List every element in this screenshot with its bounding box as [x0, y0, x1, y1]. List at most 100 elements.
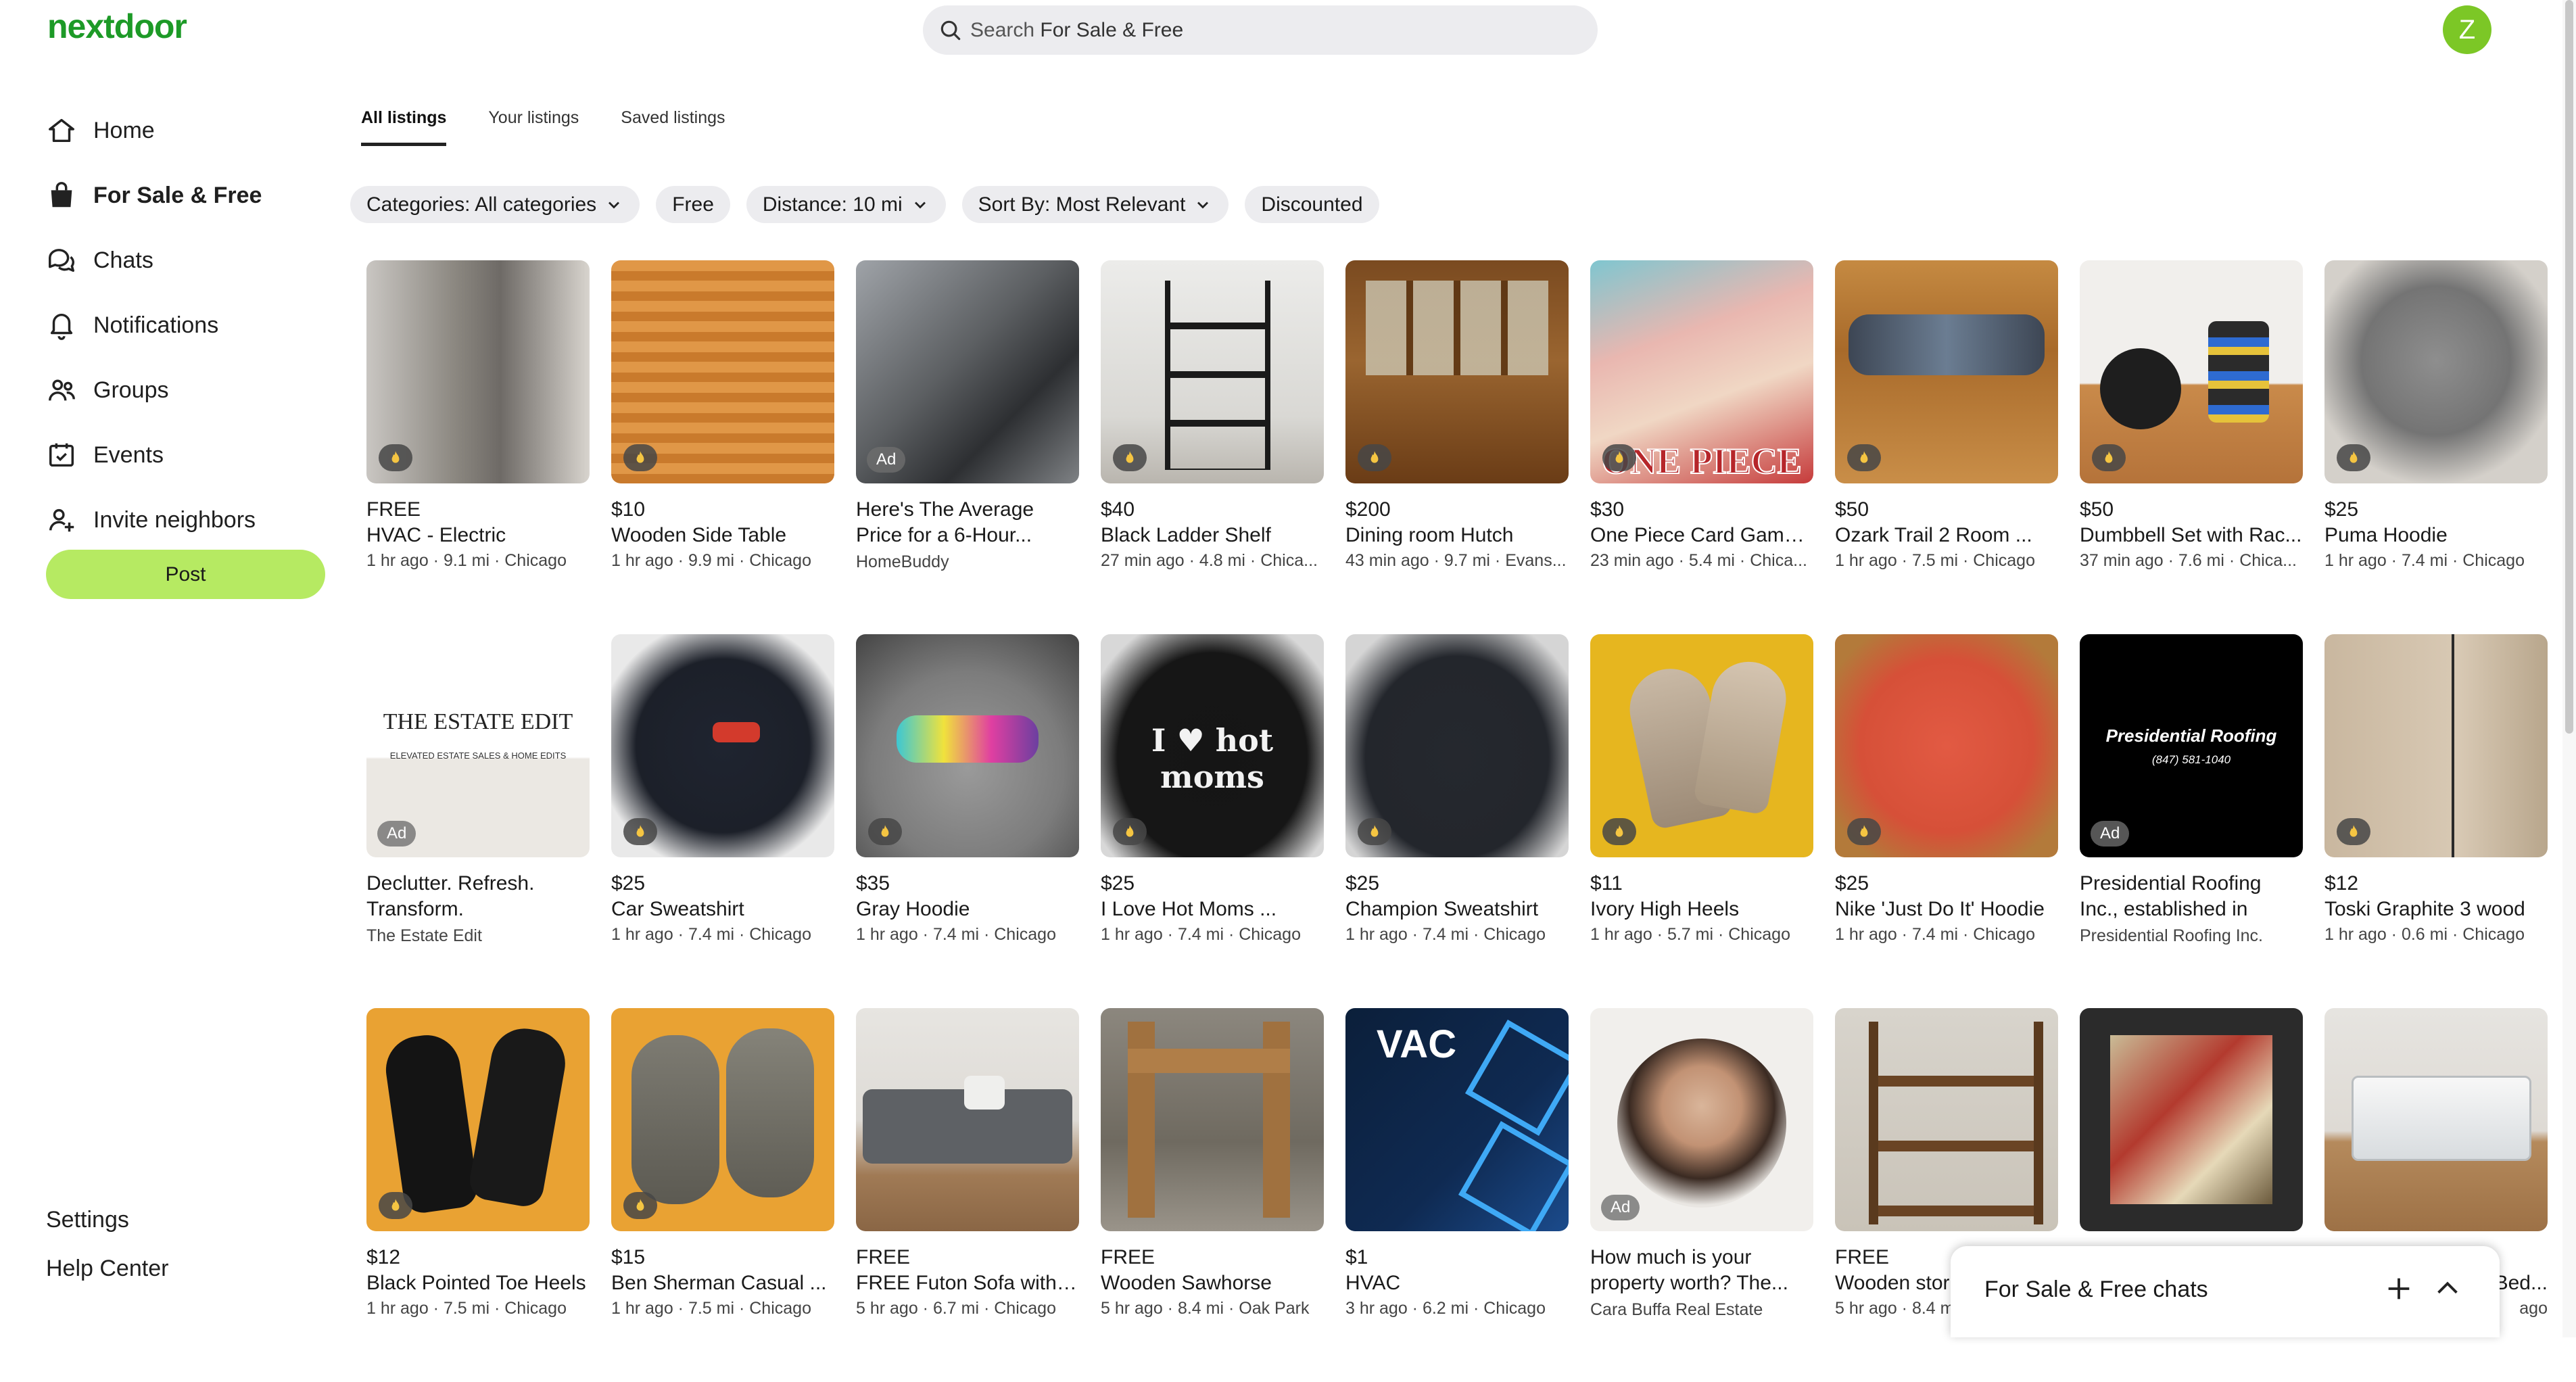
listing-title: Puma Hoodie: [2324, 524, 2448, 546]
listing-card[interactable]: $40 Black Ladder Shelf 27 min ago · 4.8 …: [1101, 260, 1324, 634]
listing-card[interactable]: $12 Toski Graphite 3 wood 1 hr ago · 0.6…: [2324, 634, 2548, 1008]
ad-card[interactable]: Ad Here's The Average Price for a 6-Hour…: [856, 260, 1079, 634]
help-center-link[interactable]: Help Center: [46, 1256, 168, 1282]
listing-card[interactable]: $50 Dumbbell Set with Rac... 37 min ago …: [2080, 260, 2303, 634]
listing-card[interactable]: $200 Dining room Hutch 43 min ago · 9.7 …: [1345, 260, 1569, 634]
listing-photo: [2324, 634, 2548, 857]
ad-card[interactable]: Ad How much is your property worth? The.…: [1590, 1008, 1813, 1382]
chevron-up-icon[interactable]: [2432, 1273, 2463, 1304]
listing-price: $15: [611, 1246, 646, 1268]
chat-dock-title: For Sale & Free chats: [1984, 1277, 2208, 1302]
tab-all-listings[interactable]: All listings: [361, 108, 447, 146]
trending-badge: [1602, 818, 1636, 845]
listing-title: Nike 'Just Do It' Hoodie: [1835, 898, 2045, 920]
listing-card[interactable]: ONE PIECE $30 One Piece Card Game ... 23…: [1590, 260, 1813, 634]
listing-meta: 1 hr ago · 7.4 mi · Chicago: [856, 925, 1056, 944]
ad-brand-text: THE ESTATE EDIT: [383, 709, 573, 734]
listing-card[interactable]: $25 Nike 'Just Do It' Hoodie 1 hr ago · …: [1835, 634, 2058, 1008]
listing-meta: 27 min ago · 4.8 mi · Chica...: [1101, 551, 1318, 570]
sidebar-item-chats[interactable]: Chats: [46, 228, 330, 293]
listing-price: $40: [1101, 498, 1135, 521]
chat-bubbles-icon: [49, 249, 74, 272]
listing-photo: [366, 260, 590, 483]
add-person-icon: [49, 508, 74, 532]
listing-card[interactable]: $11 Ivory High Heels 1 hr ago · 5.7 mi ·…: [1590, 634, 1813, 1008]
listing-card[interactable]: $35 Gray Hoodie 1 hr ago · 7.4 mi · Chic…: [856, 634, 1079, 1008]
page-scrollbar-thumb[interactable]: [2565, 0, 2573, 734]
sidebar-item-home[interactable]: Home: [46, 98, 330, 163]
home-icon: [49, 118, 74, 143]
ad-label: Ad: [377, 821, 416, 847]
listing-card[interactable]: $25 Puma Hoodie 1 hr ago · 7.4 mi · Chic…: [2324, 260, 2548, 634]
user-avatar[interactable]: Z: [2443, 5, 2491, 54]
listing-photo: [2080, 260, 2303, 483]
chat-dock[interactable]: For Sale & Free chats: [1951, 1246, 2500, 1337]
sort-filter[interactable]: Sort By: Most Relevant: [961, 186, 1229, 223]
chevron-down-icon: [914, 201, 926, 208]
search-bar[interactable]: Search For Sale & Free: [923, 5, 1598, 55]
flame-icon: [1860, 451, 1868, 463]
discounted-filter[interactable]: Discounted: [1245, 186, 1379, 223]
listing-photo: [1835, 260, 2058, 483]
tab-your-listings[interactable]: Your listings: [488, 108, 579, 146]
listing-meta: 5 hr ago · 8.4 mi · Oak Park: [1101, 1299, 1310, 1318]
sidebar-item-for-sale-free[interactable]: For Sale & Free: [46, 163, 330, 228]
sidebar-item-invite-neighbors[interactable]: Invite neighbors: [46, 487, 330, 552]
listing-card[interactable]: FREE HVAC - Electric 1 hr ago · 9.1 mi ·…: [366, 260, 590, 634]
sidebar-item-label: Events: [93, 442, 164, 468]
tab-saved-listings[interactable]: Saved listings: [621, 108, 725, 146]
free-filter[interactable]: Free: [656, 186, 730, 223]
flame-icon: [1860, 825, 1868, 837]
listing-title: Ivory High Heels: [1590, 898, 1740, 920]
listing-card[interactable]: $50 Ozark Trail 2 Room ... 1 hr ago · 7.…: [1835, 260, 2058, 634]
categories-filter[interactable]: Categories: All categories: [350, 186, 640, 223]
listing-card[interactable]: $25 Champion Sweatshirt 1 hr ago · 7.4 m…: [1345, 634, 1569, 1008]
listing-photo: [1835, 1008, 2058, 1231]
listing-photo: [2324, 1008, 2548, 1231]
trending-badge: [1358, 818, 1391, 845]
categories-filter-label: Categories: All categories: [366, 193, 597, 216]
groups-icon: [49, 379, 75, 401]
trending-badge: [1358, 444, 1391, 471]
ad-title: Presidential Roofing Inc., established i…: [2080, 872, 2262, 920]
listing-card[interactable]: $10 Wooden Side Table 1 hr ago · 9.9 mi …: [611, 260, 834, 634]
ad-label: Ad: [2091, 821, 2130, 847]
listing-title: Dumbbell Set with Rac...: [2080, 524, 2302, 546]
listing-tabs: All listings Your listings Saved listing…: [361, 108, 767, 146]
flame-icon: [2105, 451, 2113, 463]
trending-badge: [1602, 444, 1636, 471]
listing-price: FREE: [1101, 1246, 1155, 1268]
ad-label: Ad: [867, 447, 906, 473]
listing-card[interactable]: FREE FREE Futon Sofa with ... 5 hr ago ·…: [856, 1008, 1079, 1382]
listing-title: HVAC - Electric: [366, 524, 506, 546]
listing-price: $12: [366, 1246, 401, 1268]
flame-icon: [636, 451, 644, 463]
ad-card[interactable]: THE ESTATE EDIT ELEVATED ESTATE SALES & …: [366, 634, 590, 1008]
listing-photo: [611, 1008, 834, 1231]
filter-bar: Categories: All categories Free Distance…: [350, 186, 1396, 223]
listing-photo: [1345, 260, 1569, 483]
new-chat-plus-icon[interactable]: [2383, 1273, 2414, 1304]
listing-card[interactable]: I ♥ hot moms $25 I Love Hot Moms ... 1 h…: [1101, 634, 1324, 1008]
settings-link[interactable]: Settings: [46, 1207, 129, 1233]
ad-card[interactable]: Presidential Roofing (847) 581-1040 Ad P…: [2080, 634, 2303, 1008]
listing-photo: ONE PIECE: [1590, 260, 1813, 483]
listing-card[interactable]: $15 Ben Sherman Casual ... 1 hr ago · 7.…: [611, 1008, 834, 1382]
ad-brand-text: Presidential Roofing: [2105, 725, 2277, 746]
listing-photo: [611, 634, 834, 857]
listing-title: I Love Hot Moms ...: [1101, 898, 1277, 920]
sidebar-item-groups[interactable]: Groups: [46, 358, 330, 423]
listing-title: Ben Sherman Casual ...: [611, 1272, 827, 1294]
distance-filter[interactable]: Distance: 10 mi: [746, 186, 946, 223]
chevron-down-icon: [609, 201, 620, 208]
sidebar-item-events[interactable]: Events: [46, 423, 330, 487]
listing-card[interactable]: $25 Car Sweatshirt 1 hr ago · 7.4 mi · C…: [611, 634, 834, 1008]
listing-card[interactable]: $12 Black Pointed Toe Heels 1 hr ago · 7…: [366, 1008, 590, 1382]
listing-card[interactable]: FREE Wooden Sawhorse 5 hr ago · 8.4 mi ·…: [1101, 1008, 1324, 1382]
sidebar-item-notifications[interactable]: Notifications: [46, 293, 330, 358]
listing-card[interactable]: VAC $1 HVAC 3 hr ago · 6.2 mi · Chicago: [1345, 1008, 1569, 1382]
nextdoor-logo[interactable]: nextdoor: [47, 7, 187, 46]
listing-price: $25: [1345, 872, 1380, 895]
shirt-print-text: I ♥ hot moms: [1151, 722, 1274, 795]
post-button[interactable]: Post: [46, 550, 325, 599]
